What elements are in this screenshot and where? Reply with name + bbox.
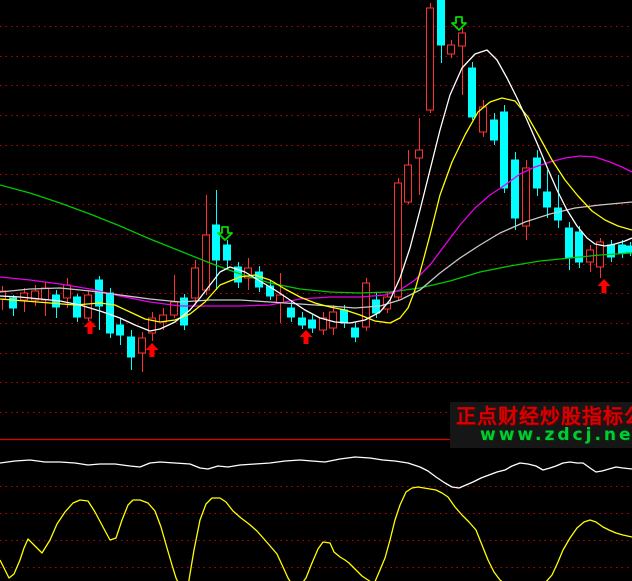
candle-up bbox=[330, 312, 337, 328]
chart-area[interactable] bbox=[0, 0, 632, 581]
candle-up bbox=[448, 45, 455, 54]
candle-down bbox=[544, 192, 551, 207]
candle-down bbox=[74, 297, 81, 317]
candle-up bbox=[459, 33, 466, 46]
candle-down bbox=[438, 0, 445, 45]
candle-down bbox=[352, 328, 359, 337]
candle-down bbox=[534, 158, 541, 188]
candle-down bbox=[491, 120, 498, 140]
stock-chart-window: 正点财经炒股指标公式 www.zdcj.net bbox=[0, 0, 632, 581]
candle-up bbox=[416, 150, 423, 158]
candle-down bbox=[128, 337, 135, 357]
candle-up bbox=[277, 295, 284, 303]
candle-down bbox=[566, 228, 573, 258]
candle-down bbox=[309, 320, 316, 328]
candle-up bbox=[21, 293, 28, 300]
candle-down bbox=[213, 225, 220, 260]
candle-up bbox=[395, 183, 402, 297]
candle-down bbox=[341, 310, 348, 323]
candle-up bbox=[64, 285, 71, 298]
watermark: 正点财经炒股指标公式 www.zdcj.net bbox=[450, 402, 632, 448]
candle-up bbox=[480, 107, 487, 132]
watermark-site-url: www.zdcj.net bbox=[450, 427, 632, 445]
candle-down bbox=[224, 245, 231, 260]
candle-down bbox=[627, 246, 632, 252]
candle-down bbox=[117, 325, 124, 335]
candle-up bbox=[523, 168, 530, 226]
candle-down bbox=[619, 245, 626, 253]
candle-down bbox=[501, 112, 508, 188]
candle-down bbox=[469, 68, 476, 117]
candle-down bbox=[512, 160, 519, 218]
candle-down bbox=[288, 308, 295, 317]
candle-down bbox=[299, 318, 306, 325]
candle-up bbox=[405, 165, 412, 202]
candle-up bbox=[139, 338, 146, 353]
candle-down bbox=[608, 245, 615, 257]
candle-up bbox=[42, 288, 49, 300]
candle-down bbox=[555, 208, 562, 220]
watermark-site-name: 正点财经炒股指标公式 bbox=[450, 406, 632, 427]
candle-up bbox=[192, 268, 199, 298]
candle-up bbox=[427, 8, 434, 110]
candle-up bbox=[171, 302, 178, 315]
chart-svg bbox=[0, 0, 632, 581]
